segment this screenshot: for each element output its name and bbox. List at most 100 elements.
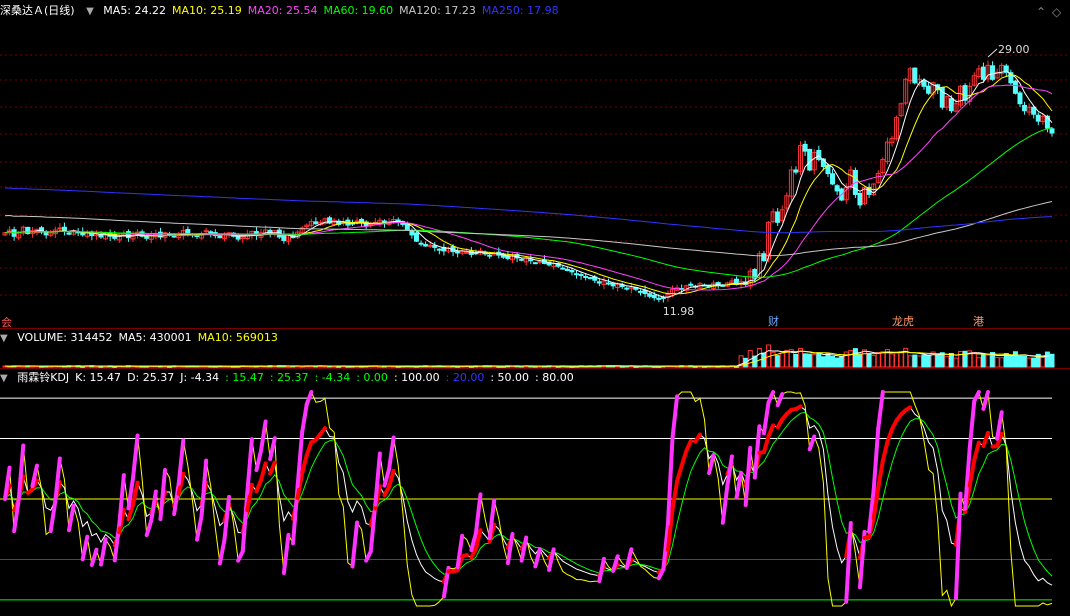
volume-bar <box>875 351 881 368</box>
candle-body <box>761 253 767 262</box>
volume-bar <box>958 351 964 368</box>
kdj-k-rising-segment <box>304 440 314 458</box>
volume-bar <box>811 354 817 368</box>
volume-label-2: MA10: 569013 <box>197 331 278 344</box>
kdj-j-rising-segment <box>259 419 268 453</box>
kdj-k-rising-segment <box>318 426 328 437</box>
volume-bar <box>907 355 913 368</box>
kdj-j-rising-segment <box>775 392 785 408</box>
kdj-k-rising-segment <box>693 432 702 444</box>
volume-bar <box>971 352 977 368</box>
kdj-label-7: : 0.00 <box>356 371 388 384</box>
candle-body <box>802 143 808 152</box>
kdj-label-2: D: 25.37 <box>127 371 175 384</box>
kdj-j-rising-segment <box>149 489 158 523</box>
candle-body <box>1049 128 1055 134</box>
candle-body <box>638 290 644 293</box>
volume-bar <box>871 355 877 368</box>
ma-line-250 <box>5 187 1053 234</box>
kdj-j-rising-segment <box>967 399 977 451</box>
kdj-j-rising-segment <box>99 537 108 567</box>
candle-body <box>1017 92 1023 105</box>
candle-body <box>1031 106 1037 115</box>
kdj-label-9: : 20.00 <box>445 371 485 384</box>
volume-indicator-list: VOLUME: 314452 MA5: 430001 MA10: 569013 <box>17 331 284 344</box>
chevron-down-icon[interactable]: ▼ <box>0 373 8 384</box>
volume-panel-header: ▼ VOLUME: 314452 MA5: 430001 MA10: 569013 <box>0 330 290 346</box>
kdj-j-rising-segment <box>876 390 885 431</box>
kdj-label-11: : 80.00 <box>535 371 574 384</box>
high-price-label: 29.00 <box>998 43 1029 56</box>
kdj-k-rising-segment <box>460 553 469 559</box>
volume-bar <box>944 356 950 368</box>
candle-body <box>413 232 419 242</box>
high-price-pointer <box>987 48 998 58</box>
kdj-label-8: : 100.00 <box>393 371 440 384</box>
kdj-k-rising-segment <box>885 427 894 444</box>
volume-bar <box>866 353 872 368</box>
event-tag-hongkong[interactable]: 港 <box>972 315 985 328</box>
volume-bar <box>912 354 918 368</box>
stock-chart[interactable]: 29.00 11.98 <box>0 0 1070 616</box>
volume-bar <box>756 347 762 368</box>
kdj-j-rising-segment <box>268 436 277 462</box>
event-tag-finance[interactable]: 财 <box>767 315 780 328</box>
kdj-j-rising-segment <box>16 443 26 502</box>
volume-bar <box>802 353 808 368</box>
volume-bar <box>1049 353 1055 368</box>
volume-bar <box>889 353 895 368</box>
kdj-j-rising-segment <box>144 518 154 538</box>
left-edge-tag: 会 <box>1 316 12 329</box>
kdj-j-rising-segment <box>304 390 314 407</box>
kdj-j-rising-segment <box>766 390 776 405</box>
kdj-j-rising-segment <box>505 531 515 566</box>
volume-bar <box>839 356 845 368</box>
candle-body <box>610 282 616 287</box>
volume-bar <box>761 352 767 368</box>
candle-body <box>66 232 72 235</box>
volume-bar <box>880 351 886 368</box>
candle-body <box>606 282 612 285</box>
kdj-j-rising-segment <box>300 402 309 435</box>
volume-bar <box>953 357 959 368</box>
kdj-j-rising-segment <box>48 499 58 534</box>
candle-body <box>1022 104 1028 112</box>
kdj-k-rising-segment <box>880 439 890 463</box>
kdj-j-rising-segment <box>254 448 264 473</box>
panel-divider <box>0 328 1070 329</box>
chevron-down-icon[interactable]: ▼ <box>0 333 8 344</box>
kdj-k-rising-segment <box>876 458 885 490</box>
candle-body <box>962 85 968 101</box>
volume-bar <box>848 350 854 368</box>
kdj-indicator-list: 雨霖铃KDJ K: 15.47 D: 25.37 J: -4.34: 15.47: 2… <box>17 371 580 384</box>
kdj-label-6: : -4.34 <box>314 371 351 384</box>
candle-body <box>464 251 470 254</box>
volume-bar <box>1022 356 1028 368</box>
volume-bar <box>994 357 1000 368</box>
panel-divider <box>0 368 1070 369</box>
candle-body <box>807 148 813 171</box>
candle-body <box>688 283 694 286</box>
candle-body <box>217 235 223 239</box>
candle-body <box>912 67 918 84</box>
volume-bar <box>999 357 1005 368</box>
kdj-label-5: : 25.37 <box>269 371 309 384</box>
event-tag-dragon-tiger[interactable]: 龙虎 <box>891 315 915 328</box>
kdj-j-rising-segment <box>519 535 529 563</box>
volume-bar <box>852 348 858 368</box>
candle-body <box>436 248 442 251</box>
candle-body <box>427 244 433 247</box>
candle-body <box>532 262 538 265</box>
candle-body <box>455 250 461 254</box>
kdj-j-rising-segment <box>981 390 990 411</box>
kdj-label-1: K: 15.47 <box>75 371 122 384</box>
kdj-j-rising-segment <box>387 435 396 472</box>
kdj-j-rising-segment <box>195 513 204 542</box>
kdj-label-3: J: -4.34 <box>180 371 220 384</box>
kdj-j-rising-segment <box>533 547 542 569</box>
volume-bar <box>935 355 941 368</box>
candle-body <box>432 245 438 248</box>
candle-body <box>487 254 493 257</box>
volume-bar <box>793 353 799 368</box>
kdj-k-rising-segment <box>684 438 693 454</box>
